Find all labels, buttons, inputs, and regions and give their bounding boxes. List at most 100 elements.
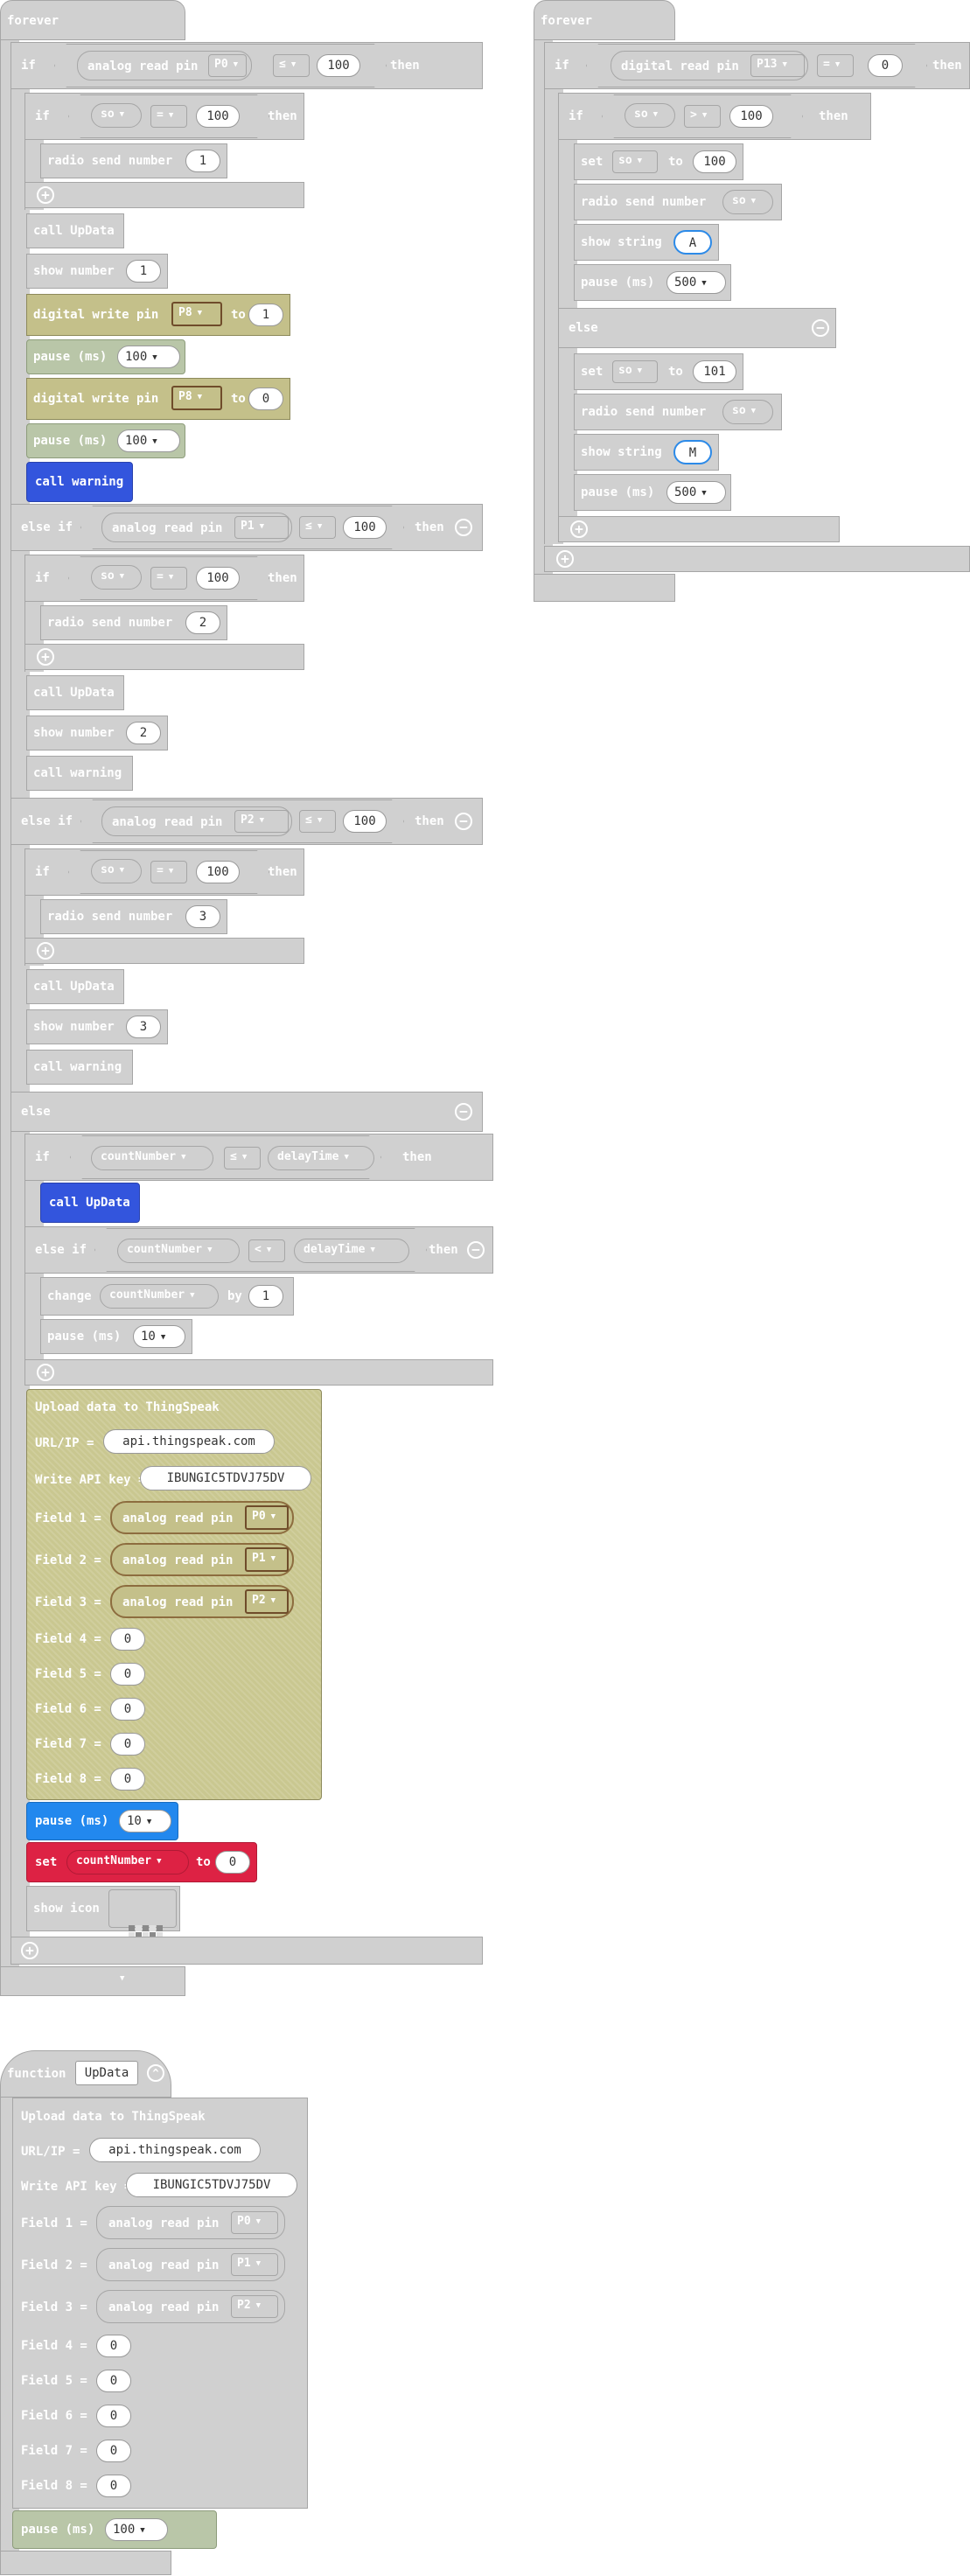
pin-dropdown-p1[interactable]: P1: [245, 1547, 289, 1572]
variable-dropdown-countnumber[interactable]: countNumber: [91, 1146, 213, 1170]
pin-dropdown-p0[interactable]: P0: [245, 1505, 289, 1530]
pin-dropdown-p0[interactable]: P0: [208, 54, 247, 77]
add-else-icon[interactable]: +: [37, 186, 54, 204]
add-else-icon[interactable]: +: [37, 942, 54, 960]
pin-dropdown-p2[interactable]: P2: [245, 1589, 289, 1614]
number-input-1[interactable]: 1: [185, 150, 220, 172]
number-input-3[interactable]: 3: [126, 1016, 161, 1038]
number-input-101[interactable]: 101: [693, 360, 736, 383]
field7-input[interactable]: 0: [110, 1733, 145, 1756]
pin-dropdown-p1[interactable]: P1: [234, 516, 289, 539]
add-else-icon[interactable]: +: [37, 1364, 54, 1381]
field6-input[interactable]: 0: [96, 2405, 131, 2427]
remove-else-if-icon[interactable]: −: [455, 813, 472, 830]
variable-dropdown-so[interactable]: so: [722, 190, 773, 214]
pin-dropdown-p1[interactable]: P1: [231, 2253, 278, 2276]
remove-else-icon[interactable]: −: [812, 319, 829, 337]
operator-dropdown[interactable]: ≤: [273, 54, 310, 77]
field5-input[interactable]: 0: [96, 2370, 131, 2392]
pin-dropdown-p13[interactable]: P13: [750, 54, 805, 77]
variable-dropdown-delaytime[interactable]: delayTime: [294, 1239, 409, 1263]
api-key-input[interactable]: IBUNGIC5TDVJ75DV: [126, 2173, 297, 2197]
variable-dropdown-so[interactable]: so: [625, 103, 675, 128]
operator-dropdown[interactable]: ≤: [299, 810, 336, 833]
number-input-100[interactable]: 100: [196, 861, 240, 883]
variable-dropdown-so[interactable]: so: [91, 103, 142, 128]
variable-dropdown-so[interactable]: so: [91, 859, 142, 883]
pin-dropdown-p8[interactable]: P8: [171, 386, 222, 410]
then-label: then: [932, 59, 962, 73]
field8-input[interactable]: 0: [110, 1768, 145, 1791]
variable-dropdown-so[interactable]: so: [91, 565, 142, 590]
collapse-function-icon[interactable]: ^: [147, 2064, 164, 2082]
remove-else-if-icon[interactable]: −: [455, 519, 472, 536]
to-label: to: [668, 155, 683, 169]
number-input-100[interactable]: 100: [196, 105, 240, 128]
pin-dropdown-p2[interactable]: P2: [234, 810, 289, 833]
add-else-icon[interactable]: +: [570, 520, 588, 538]
variable-dropdown-so[interactable]: so: [722, 400, 773, 424]
icon-dropdown[interactable]: [108, 1889, 177, 1959]
operator-dropdown[interactable]: =: [817, 54, 854, 77]
number-input-0[interactable]: 0: [248, 387, 283, 410]
add-else-icon[interactable]: +: [37, 648, 54, 666]
pause-value-dropdown[interactable]: 500: [666, 271, 726, 294]
url-input[interactable]: api.thingspeak.com: [89, 2138, 261, 2162]
number-input-3[interactable]: 3: [185, 905, 220, 928]
string-input[interactable]: M: [673, 440, 712, 464]
else-block[interactable]: [558, 308, 836, 348]
number-input-100[interactable]: 100: [729, 105, 773, 128]
number-input-0[interactable]: 0: [215, 1851, 250, 1874]
pause-value-dropdown[interactable]: 100: [117, 346, 180, 368]
remove-else-icon[interactable]: −: [455, 1103, 472, 1120]
number-input-100[interactable]: 100: [343, 810, 387, 833]
variable-dropdown-so[interactable]: so: [612, 150, 658, 173]
operator-dropdown[interactable]: =: [150, 567, 187, 590]
number-input-2[interactable]: 2: [126, 722, 161, 744]
field7-input[interactable]: 0: [96, 2440, 131, 2462]
variable-dropdown-so[interactable]: so: [612, 360, 658, 383]
variable-dropdown-countnumber[interactable]: countNumber: [100, 1284, 219, 1309]
variable-dropdown-countnumber[interactable]: countNumber: [66, 1850, 189, 1874]
add-else-icon[interactable]: +: [21, 1942, 38, 1959]
url-input[interactable]: api.thingspeak.com: [103, 1429, 275, 1454]
pause-value-dropdown[interactable]: 10: [133, 1325, 185, 1348]
number-input-100[interactable]: 100: [196, 567, 240, 590]
function-name-input[interactable]: UpData: [75, 2061, 138, 2085]
field5-input[interactable]: 0: [110, 1663, 145, 1686]
pin-dropdown-p0[interactable]: P0: [231, 2211, 278, 2234]
field8-input[interactable]: 0: [96, 2475, 131, 2497]
operator-dropdown[interactable]: =: [150, 861, 187, 883]
pause-value-dropdown[interactable]: 500: [666, 481, 726, 504]
number-input-1[interactable]: 1: [248, 304, 283, 326]
pause-value-dropdown[interactable]: 100: [105, 2518, 168, 2541]
number-input-0[interactable]: 0: [868, 54, 903, 77]
field6-input[interactable]: 0: [110, 1698, 145, 1721]
else-block[interactable]: [10, 1092, 483, 1132]
pause-ms-label: pause (ms): [33, 350, 108, 364]
pin-dropdown-p2[interactable]: P2: [231, 2295, 278, 2318]
api-key-input[interactable]: IBUNGIC5TDVJ75DV: [140, 1466, 311, 1490]
operator-dropdown[interactable]: <: [248, 1239, 285, 1262]
pin-dropdown-p8[interactable]: P8: [171, 302, 222, 326]
operator-dropdown[interactable]: =: [150, 105, 187, 128]
number-input-1[interactable]: 1: [126, 260, 161, 283]
operator-dropdown[interactable]: >: [684, 105, 721, 128]
number-input-100[interactable]: 100: [343, 516, 387, 539]
operator-dropdown[interactable]: ≤: [299, 516, 336, 539]
remove-else-if-icon[interactable]: −: [467, 1241, 485, 1259]
field4-input[interactable]: 0: [110, 1628, 145, 1651]
number-input-1[interactable]: 1: [248, 1285, 283, 1308]
variable-dropdown-delaytime[interactable]: delayTime: [268, 1146, 374, 1170]
pause-value-dropdown[interactable]: 10: [119, 1810, 171, 1833]
variable-dropdown-countnumber[interactable]: countNumber: [117, 1239, 240, 1263]
operator-dropdown[interactable]: ≤: [224, 1147, 261, 1169]
number-input-100[interactable]: 100: [693, 150, 736, 173]
pause-value-dropdown[interactable]: 100: [117, 429, 180, 452]
number-input-100[interactable]: 100: [317, 54, 360, 77]
number-input-2[interactable]: 2: [185, 611, 220, 634]
string-input[interactable]: A: [673, 230, 712, 255]
add-else-icon[interactable]: +: [556, 550, 574, 568]
field4-input[interactable]: 0: [96, 2335, 131, 2357]
else-if-label: else if: [21, 520, 73, 534]
